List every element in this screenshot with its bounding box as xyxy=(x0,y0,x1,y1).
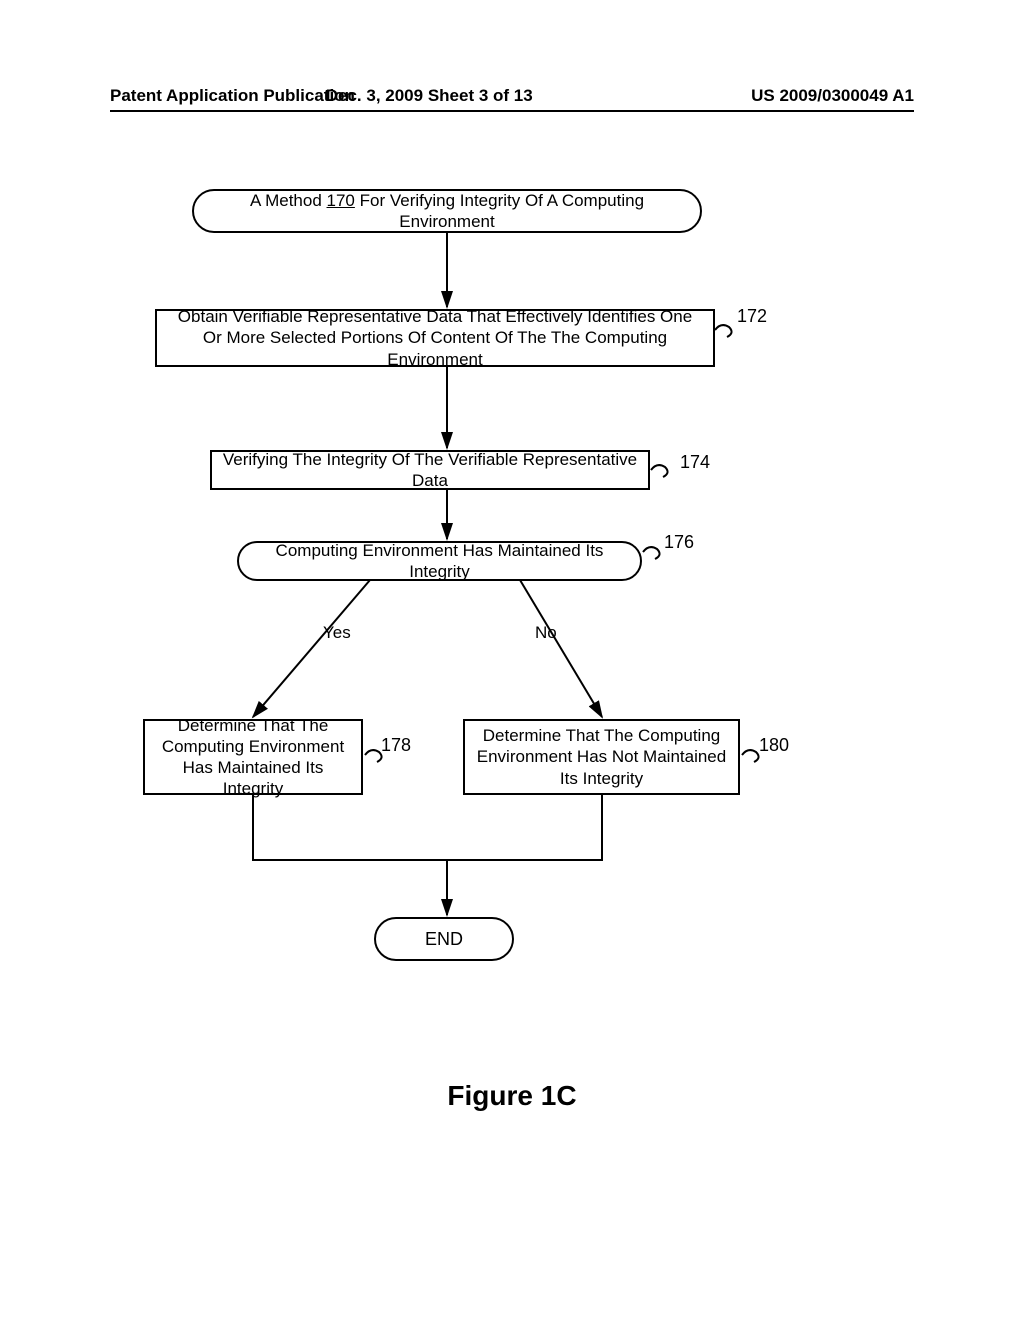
page-header: Patent Application Publication Dec. 3, 2… xyxy=(110,86,914,112)
branch-no: No xyxy=(535,623,557,643)
flow-title: A Method 170 For Verifying Integrity Of … xyxy=(192,189,702,233)
flow-end: END xyxy=(374,917,514,961)
flow-decision-176: Computing Environment Has Maintained Its… xyxy=(237,541,642,581)
ref-176: 176 xyxy=(664,532,694,553)
flow-step-178: Determine That The Computing Environment… xyxy=(143,719,363,795)
flow-step-174: Verifying The Integrity Of The Verifiabl… xyxy=(210,450,650,490)
flow-step-172: Obtain Verifiable Representative Data Th… xyxy=(155,309,715,367)
branch-yes: Yes xyxy=(323,623,351,643)
header-left: Patent Application Publication xyxy=(110,86,355,106)
header-center: Dec. 3, 2009 Sheet 3 of 13 xyxy=(326,86,533,106)
ref-174: 174 xyxy=(680,452,710,473)
ref-172: 172 xyxy=(737,306,767,327)
ref-178: 178 xyxy=(381,735,411,756)
header-right: US 2009/0300049 A1 xyxy=(751,86,914,106)
method-number: 170 xyxy=(327,191,355,210)
flow-step-180: Determine That The Computing Environment… xyxy=(463,719,740,795)
figure-caption: Figure 1C xyxy=(0,1080,1024,1112)
page: Patent Application Publication Dec. 3, 2… xyxy=(0,0,1024,1320)
ref-180: 180 xyxy=(759,735,789,756)
